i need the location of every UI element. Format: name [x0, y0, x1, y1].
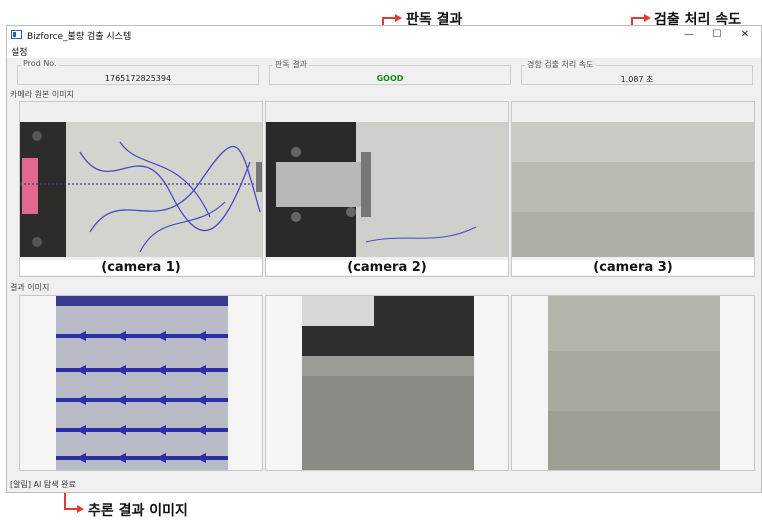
result-value: GOOD	[376, 74, 404, 83]
annotation-line	[64, 508, 78, 510]
result-1-frame	[19, 295, 263, 471]
speed-group: 경함 검출 처리 속도 1.087 초	[521, 59, 753, 85]
result-3-frame	[511, 295, 755, 471]
arrow-right-icon	[77, 505, 84, 513]
camera-3-image	[512, 122, 754, 257]
close-button[interactable]: ✕	[731, 26, 759, 44]
result-2-frame	[265, 295, 509, 471]
app-window: Bizforce_불량 검출 시스템 — ☐ ✕ 설정 Prod No. 176…	[6, 25, 762, 493]
light-block	[302, 296, 374, 326]
label-tag	[22, 158, 38, 214]
menu-settings[interactable]: 설정	[11, 45, 28, 58]
camera-1-caption: (camera 1)	[20, 260, 262, 275]
annotation-label-inference: 추론 결과 이미지	[88, 503, 188, 519]
background	[56, 296, 228, 470]
prod-no-value: 1765172825394	[104, 74, 172, 83]
band	[512, 122, 754, 162]
bolt	[32, 237, 42, 247]
app-icon	[11, 30, 22, 39]
bolt	[346, 207, 356, 217]
result-section-label: 결과 이미지	[10, 283, 50, 292]
camera-2-image	[266, 122, 508, 257]
cylinder	[276, 162, 361, 207]
window-title: Bizforce_불량 검출 시스템	[27, 32, 132, 42]
result-3-image	[548, 296, 720, 470]
band	[512, 212, 754, 257]
result-2-image	[302, 296, 474, 470]
annotation-line	[382, 17, 396, 19]
camera-2-frame: (camera 2)	[265, 101, 509, 277]
camera-2-caption: (camera 2)	[266, 260, 508, 275]
maximize-button[interactable]: ☐	[703, 26, 731, 44]
band	[302, 356, 474, 376]
band	[548, 296, 720, 351]
camera-1-image	[20, 122, 262, 257]
detection-bar	[56, 296, 228, 306]
title-bar: Bizforce_불량 검출 시스템 — ☐ ✕	[7, 26, 761, 44]
clamp	[256, 162, 262, 192]
bolt	[291, 212, 301, 222]
band	[302, 376, 474, 470]
camera-3-frame: (camera 3)	[511, 101, 755, 277]
menu-bar: 설정	[7, 44, 761, 58]
bolt	[32, 131, 42, 141]
camera-section-label: 카메라 원본 이미지	[10, 90, 74, 99]
band	[512, 162, 754, 212]
arrow-right-icon	[395, 14, 402, 22]
arrow-right-icon	[644, 14, 651, 22]
result-1-image	[56, 296, 228, 470]
rod	[361, 152, 371, 217]
speed-value: 1.087 초	[620, 75, 654, 84]
camera-1-frame: (camera 1)	[19, 101, 263, 277]
status-bar: [알림] AI 탐색 완료	[10, 480, 76, 489]
minimize-button[interactable]: —	[675, 26, 703, 44]
annotation-line	[631, 17, 645, 19]
result-label: 판독 결과	[273, 59, 309, 70]
camera-3-caption: (camera 3)	[512, 260, 754, 275]
result-group: 판독 결과 GOOD	[269, 59, 511, 85]
speed-label: 경함 검출 처리 속도	[525, 59, 596, 70]
prod-no-label: Prod No.	[21, 59, 59, 68]
prod-no-group: Prod No. 1765172825394	[17, 59, 259, 85]
band	[548, 411, 720, 470]
band	[548, 351, 720, 411]
bolt	[291, 147, 301, 157]
